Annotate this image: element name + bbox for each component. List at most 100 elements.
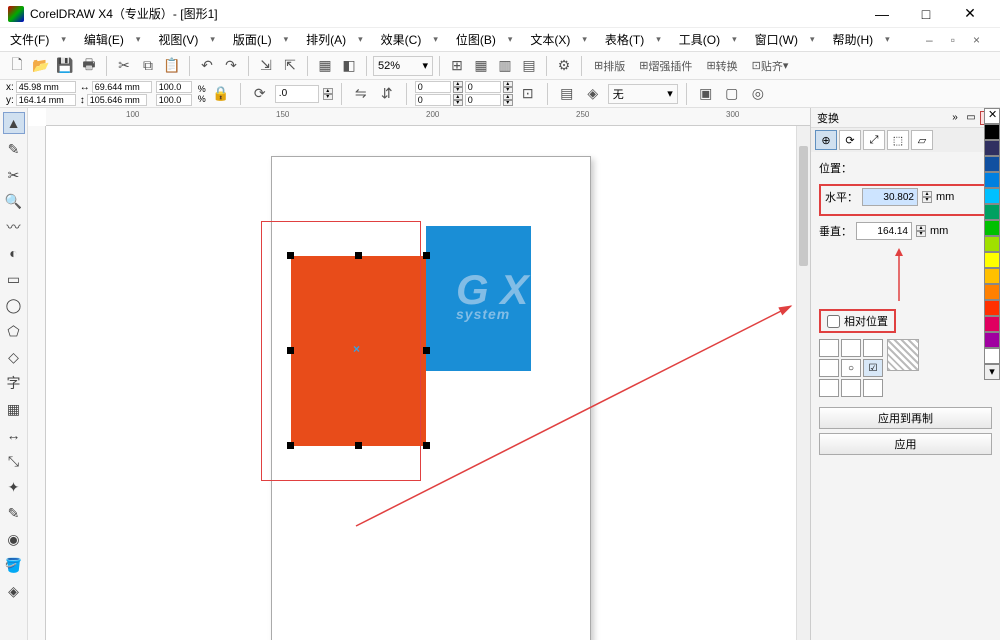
swatch[interactable]	[984, 316, 1000, 332]
convert-button[interactable]: ⊞ 转换	[700, 55, 743, 77]
anchor-tl[interactable]	[819, 339, 839, 357]
swatch[interactable]	[984, 204, 1000, 220]
anchor-mr[interactable]: ☑	[863, 359, 883, 377]
freehand-tool-icon[interactable]: 〰	[3, 216, 25, 238]
swatch[interactable]	[984, 140, 1000, 156]
handle-tr[interactable]	[423, 252, 430, 259]
palette-scroll-down-icon[interactable]: ▾	[984, 364, 1000, 380]
welcome-icon[interactable]: ◧	[338, 55, 360, 77]
doc-restore-icon[interactable]: ▫	[947, 31, 959, 49]
anchor-br[interactable]	[863, 379, 883, 397]
guides-icon[interactable]: ▥	[494, 55, 516, 77]
effects-tool-icon[interactable]: ✦	[3, 476, 25, 498]
text-tool-icon[interactable]: 字	[3, 372, 25, 394]
center-marker-icon[interactable]: ×	[353, 342, 360, 356]
corner-lock-icon[interactable]: ⊡	[517, 83, 539, 105]
to-front-icon[interactable]: ▣	[695, 83, 717, 105]
print-icon[interactable]: 🖶	[78, 55, 100, 77]
corner-br[interactable]	[465, 94, 501, 106]
menu-file[interactable]: 文件(F)	[6, 29, 53, 50]
menu-effects[interactable]: 效果(C)	[377, 29, 426, 50]
corner-bl[interactable]	[415, 94, 451, 106]
handle-bl[interactable]	[287, 442, 294, 449]
scrollbar-vertical[interactable]	[796, 126, 810, 640]
rot-down[interactable]: ▾	[323, 94, 333, 100]
horizontal-input[interactable]	[862, 188, 918, 206]
zoom-tool-icon[interactable]: 🔍	[3, 190, 25, 212]
interactive-fill-icon[interactable]: ◈	[3, 580, 25, 602]
handle-mr[interactable]	[423, 347, 430, 354]
apply-button[interactable]: 应用	[819, 433, 992, 455]
anchor-ml[interactable]	[819, 359, 839, 377]
ruler-vertical[interactable]	[28, 126, 46, 640]
lock-ratio-icon[interactable]: 🔒	[210, 83, 232, 105]
tab-scale-icon[interactable]: ⤢	[863, 130, 885, 150]
x-input[interactable]	[16, 81, 76, 93]
snap-icon[interactable]: ⊞	[446, 55, 468, 77]
swatch[interactable]	[984, 188, 1000, 204]
plugin-button[interactable]: ⊞ 熠强插件	[633, 55, 698, 77]
anchor-tc[interactable]	[841, 339, 861, 357]
polygon-tool-icon[interactable]: ⬠	[3, 320, 25, 342]
dynamic-guides-icon[interactable]: ▤	[518, 55, 540, 77]
menu-arrange[interactable]: 排列(A)	[302, 29, 350, 50]
save-icon[interactable]: 💾	[54, 55, 76, 77]
ellipse-tool-icon[interactable]: ◯	[3, 294, 25, 316]
doc-close-icon[interactable]: ×	[969, 31, 984, 49]
undo-icon[interactable]: ↶	[196, 55, 218, 77]
paiban-button[interactable]: ⊞ 排版	[588, 55, 631, 77]
menu-help[interactable]: 帮助(H)	[829, 29, 878, 50]
v-down[interactable]: ▾	[916, 231, 926, 237]
redo-icon[interactable]: ↷	[220, 55, 242, 77]
scale-y-input[interactable]	[156, 94, 192, 106]
swatch[interactable]	[984, 332, 1000, 348]
anchor-bl[interactable]	[819, 379, 839, 397]
minimize-button[interactable]: —	[860, 0, 904, 28]
copy-icon[interactable]: ⧉	[137, 55, 159, 77]
swatch[interactable]	[984, 268, 1000, 284]
rectangle-tool-icon[interactable]: ▭	[3, 268, 25, 290]
shape-tool-icon[interactable]: ✎	[3, 138, 25, 160]
swatch[interactable]	[984, 236, 1000, 252]
vertical-input[interactable]	[856, 222, 912, 240]
outline-tool-icon[interactable]: ◉	[3, 528, 25, 550]
swatch[interactable]	[984, 124, 1000, 140]
dimension-tool-icon[interactable]: ↔	[3, 424, 25, 446]
docker-collapse-icon[interactable]: »	[948, 111, 962, 125]
swatch-none[interactable]: ✕	[984, 108, 1000, 124]
anchor-bc[interactable]	[841, 379, 861, 397]
open-icon[interactable]: 📂	[30, 55, 52, 77]
swatch[interactable]	[984, 172, 1000, 188]
menu-table[interactable]: 表格(T)	[601, 29, 648, 50]
drawing-canvas[interactable]: G Xsystem ×	[46, 126, 810, 640]
menu-tools[interactable]: 工具(O)	[675, 29, 724, 50]
maximize-button[interactable]: □	[904, 0, 948, 28]
to-back-icon[interactable]: ▢	[721, 83, 743, 105]
handle-ml[interactable]	[287, 347, 294, 354]
anchor-tr[interactable]	[863, 339, 883, 357]
handle-bc[interactable]	[355, 442, 362, 449]
swatch[interactable]	[984, 348, 1000, 364]
wrap-style[interactable]: 无▾	[608, 84, 678, 104]
convert-curves-icon[interactable]: ◈	[582, 83, 604, 105]
connector-tool-icon[interactable]: ⤡	[3, 450, 25, 472]
new-icon[interactable]: 🗋	[6, 55, 28, 77]
h-down[interactable]: ▾	[922, 197, 932, 203]
swatch[interactable]	[984, 220, 1000, 236]
menu-window[interactable]: 窗口(W)	[751, 29, 802, 50]
apply-duplicate-button[interactable]: 应用到再制	[819, 407, 992, 429]
rotation-input[interactable]	[275, 85, 319, 103]
export-icon[interactable]: ⇱	[279, 55, 301, 77]
doc-min-icon[interactable]: –	[922, 31, 937, 49]
menu-bitmap[interactable]: 位图(B)	[452, 29, 500, 50]
relative-checkbox[interactable]	[827, 315, 840, 328]
cut-icon[interactable]: ✂	[113, 55, 135, 77]
app-launcher-icon[interactable]: ▦	[314, 55, 336, 77]
menu-view[interactable]: 视图(V)	[154, 29, 202, 50]
swatch[interactable]	[984, 156, 1000, 172]
width-input[interactable]	[92, 81, 152, 93]
tab-rotate-icon[interactable]: ⟳	[839, 130, 861, 150]
import-icon[interactable]: ⇲	[255, 55, 277, 77]
handle-tl[interactable]	[287, 252, 294, 259]
fill-tool-icon[interactable]: 🪣	[3, 554, 25, 576]
